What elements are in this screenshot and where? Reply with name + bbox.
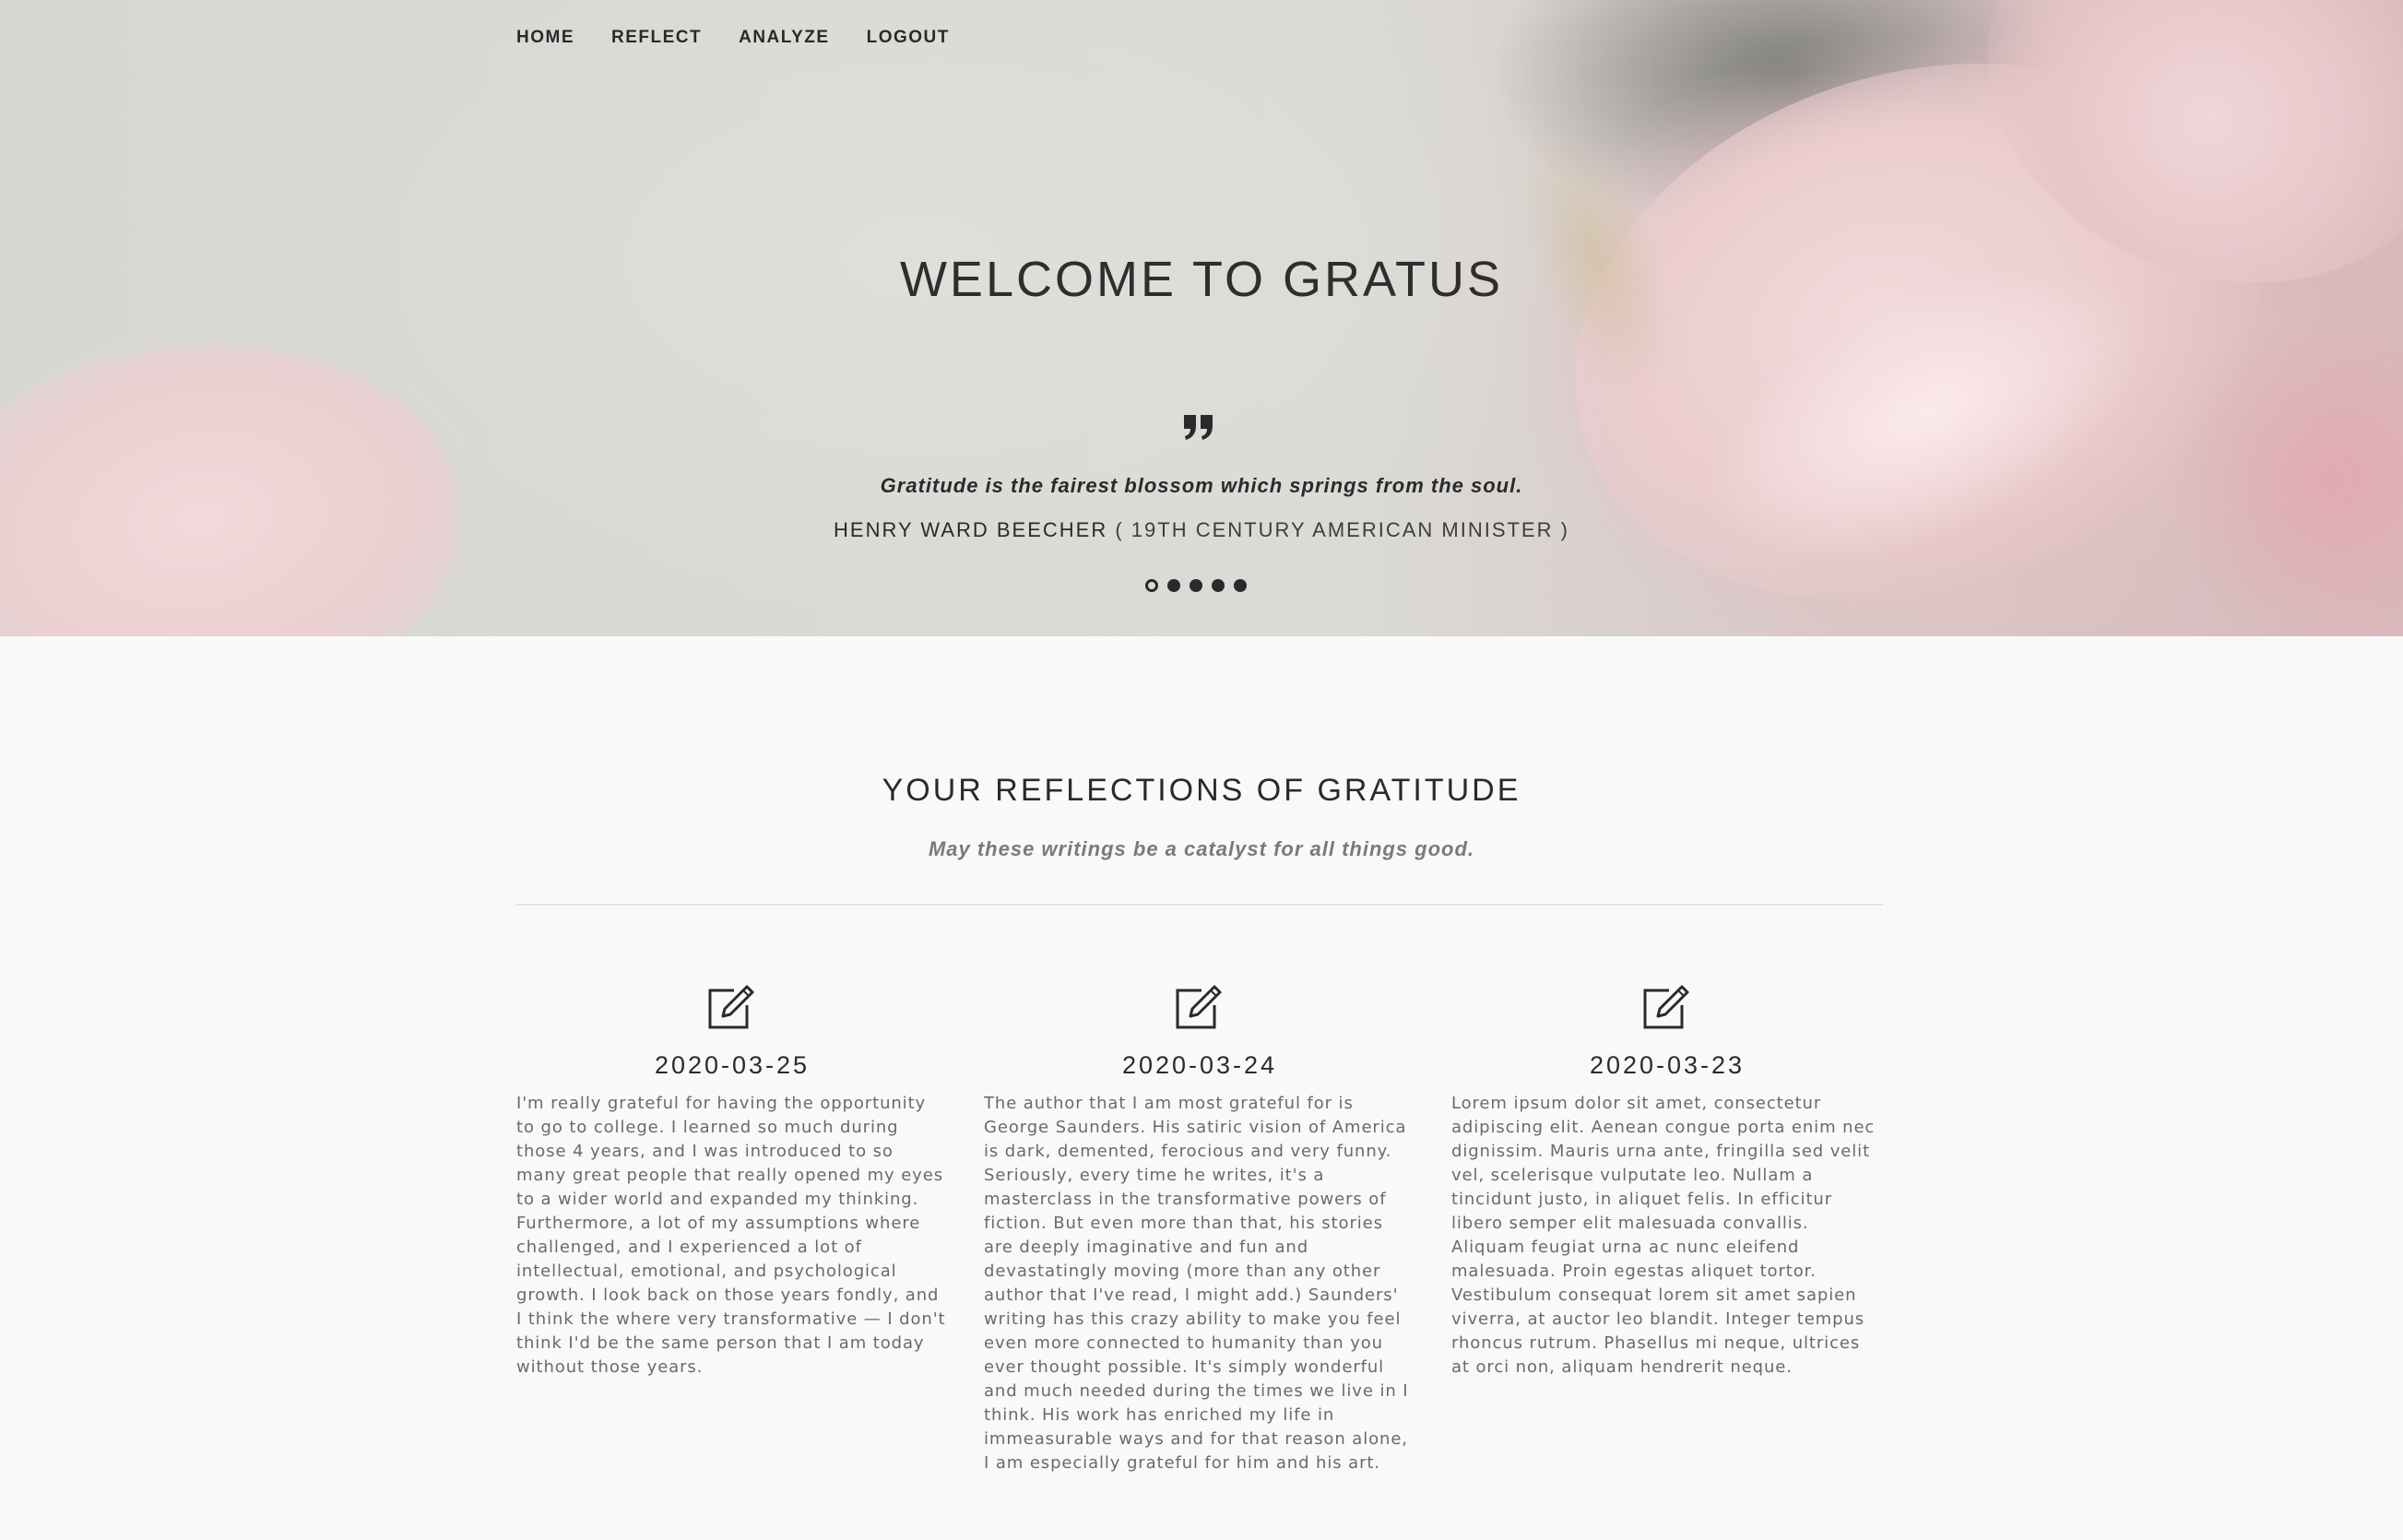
quote-author-name: HENRY WARD BEECHER	[834, 518, 1108, 541]
reflection-date: 2020-03-24	[1121, 1051, 1278, 1079]
reflection-card: 2020-03-25 I'm really grateful for havin…	[516, 983, 948, 1475]
hero-banner: HOME REFLECT ANALYZE LOGOUT WELCOME TO G…	[0, 0, 2403, 636]
slider-dot[interactable]	[1190, 579, 1202, 592]
reflection-date: 2020-03-25	[654, 1051, 811, 1079]
section-title: YOUR REFLECTIONS OF GRATITUDE	[882, 773, 1521, 808]
slider-dot[interactable]	[1145, 579, 1158, 592]
quote-author-role: ( 19TH CENTURY AMERICAN MINISTER )	[1107, 518, 1569, 541]
main-nav: HOME REFLECT ANALYZE LOGOUT	[516, 28, 987, 48]
slider-dot[interactable]	[1234, 579, 1247, 592]
edit-icon[interactable]	[706, 983, 758, 1031]
reflections-list: 2020-03-25 I'm really grateful for havin…	[516, 983, 1883, 1475]
nav-reflect[interactable]: REFLECT	[611, 28, 702, 48]
quote-icon	[1184, 415, 1213, 440]
reflection-text: Lorem ipsum dolor sit amet, consectetur …	[1451, 1094, 1876, 1377]
nav-logout[interactable]: LOGOUT	[867, 28, 950, 48]
quote-author: HENRY WARD BEECHER ( 19TH CENTURY AMERIC…	[0, 516, 2403, 544]
edit-icon[interactable]	[1174, 983, 1225, 1031]
slider-dot[interactable]	[1212, 579, 1225, 592]
nav-home[interactable]: HOME	[516, 28, 574, 48]
reflection-text: The author that I am most grateful for i…	[984, 1094, 1409, 1473]
section-subtitle: May these writings be a catalyst for all…	[928, 837, 1475, 860]
quote-text: Gratitude is the fairest blossom which s…	[880, 474, 1523, 497]
reflection-date: 2020-03-23	[1589, 1051, 1746, 1079]
divider	[516, 904, 1883, 906]
slider-dots	[1145, 579, 1247, 592]
slider-dot[interactable]	[1167, 579, 1180, 592]
edit-icon[interactable]	[1641, 983, 1693, 1031]
reflection-card: 2020-03-23 Lorem ipsum dolor sit amet, c…	[1451, 983, 1883, 1475]
hero-title: WELCOME TO GRATUS	[899, 252, 1504, 307]
rose-petal-image	[0, 303, 491, 636]
reflection-text: I'm really grateful for having the oppor…	[516, 1094, 946, 1377]
reflection-card: 2020-03-24 The author that I am most gra…	[984, 983, 1415, 1475]
nav-analyze[interactable]: ANALYZE	[739, 28, 829, 48]
